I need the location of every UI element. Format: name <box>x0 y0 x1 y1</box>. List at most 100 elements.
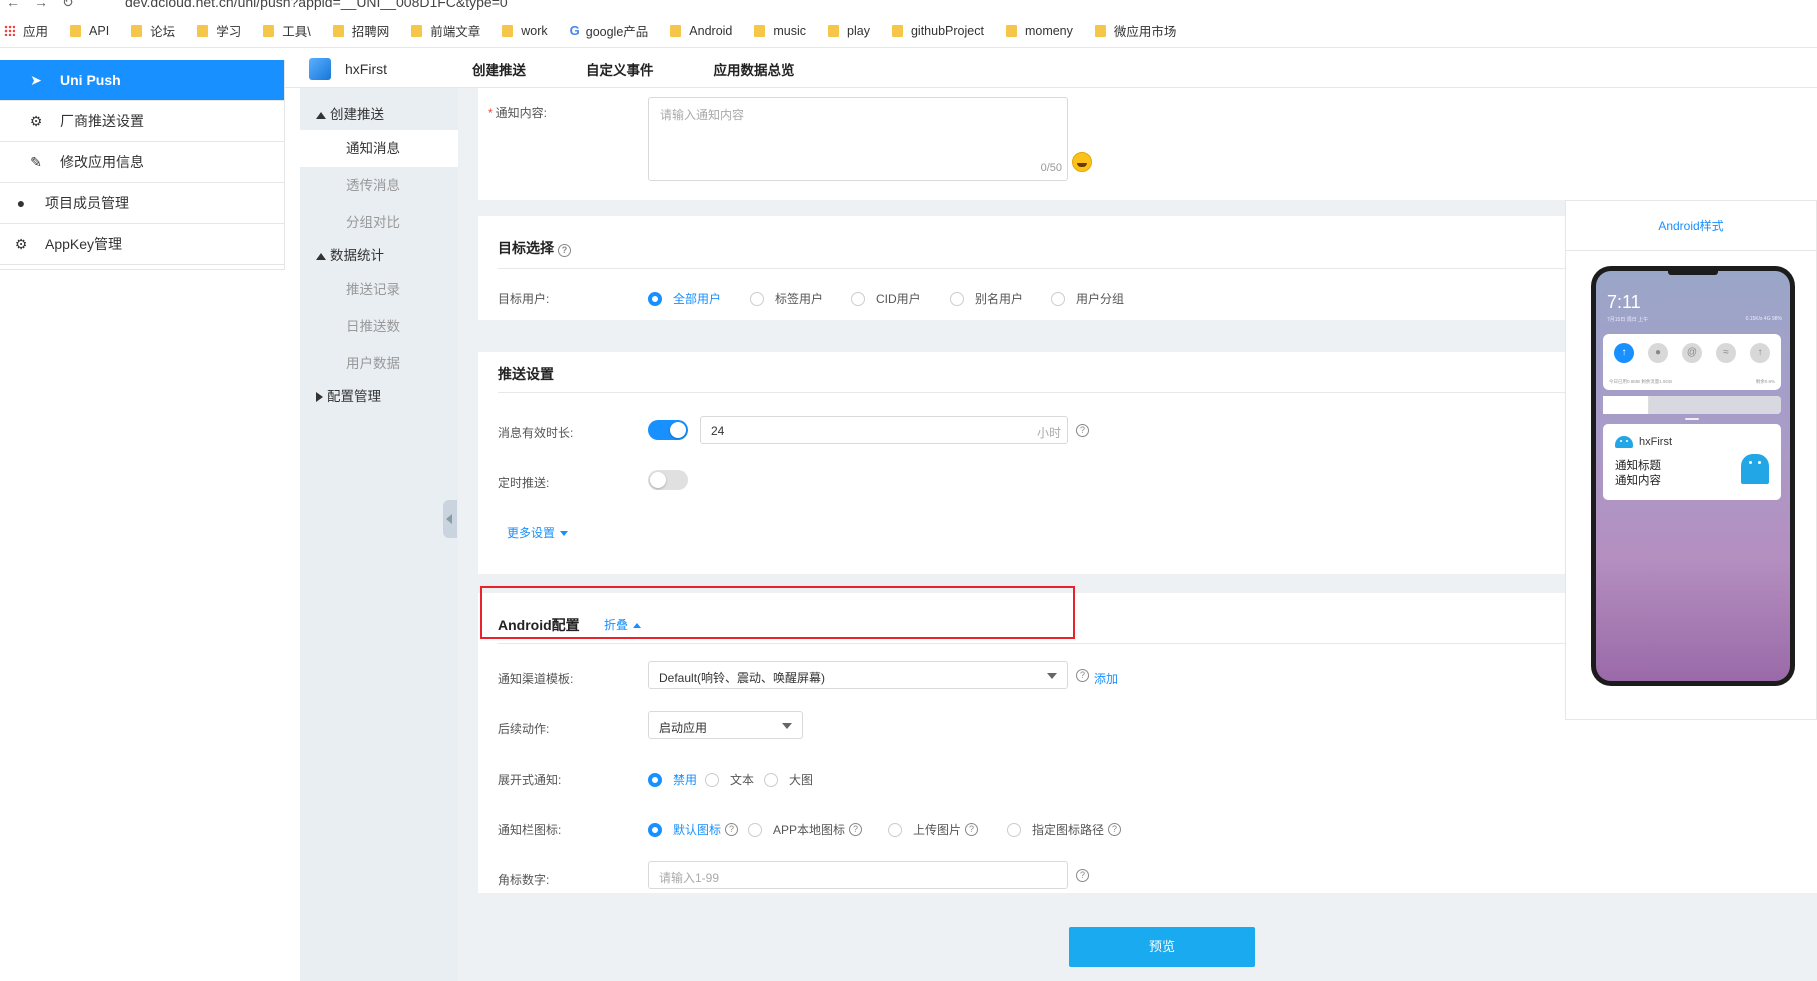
ttl-input[interactable]: 24 小时 <box>700 416 1068 444</box>
folder-icon <box>754 24 766 37</box>
preview-button[interactable]: 预览 <box>1069 927 1255 967</box>
help-icon[interactable]: ? <box>725 823 739 836</box>
bookmark-item[interactable]: music <box>754 24 806 38</box>
radio-upload-image[interactable]: 上传图片? <box>888 821 979 838</box>
sidebar-item-uni-push[interactable]: ➤ Uni Push <box>0 60 284 101</box>
left-sidebar: ➤ Uni Push ⚙ 厂商推送设置 ✎ 修改应用信息 ● 项目成员管理 ⚙ … <box>0 60 285 270</box>
content-textarea[interactable]: 请输入通知内容 0/50 <box>648 97 1068 181</box>
folder-icon <box>828 24 840 37</box>
folder-icon <box>332 24 344 37</box>
help-icon[interactable]: ? <box>1076 669 1089 682</box>
schedule-toggle[interactable] <box>648 470 688 490</box>
radio-alias-users[interactable]: 别名用户 <box>950 290 1023 307</box>
android-icon <box>1615 436 1633 448</box>
android-style-tab[interactable]: Android样式 <box>1566 201 1816 251</box>
sidebar-item-edit-app[interactable]: ✎ 修改应用信息 <box>0 142 284 183</box>
triangle-up-icon <box>316 252 326 260</box>
tab-custom-event[interactable]: 自定义事件 <box>586 59 654 79</box>
brightness-fill <box>1603 396 1650 414</box>
radio-dot <box>748 822 762 837</box>
help-icon[interactable]: ? <box>1076 424 1089 437</box>
bookmark-item[interactable]: 学习 <box>197 21 241 40</box>
required-marker: * <box>488 106 493 120</box>
bookmark-item[interactable]: 微应用市场 <box>1094 21 1176 40</box>
bookmark-item[interactable]: momeny <box>1005 24 1073 38</box>
caret-down-icon <box>560 531 569 537</box>
folder-icon <box>411 24 423 37</box>
nav-item-user-data[interactable]: 用户数据 <box>300 345 458 382</box>
folder-icon <box>70 24 82 37</box>
target-users-label: 目标用户: <box>498 292 550 306</box>
quick-settings-footer: 今日已用0.8MB 剩余流量1.9GB 剩余0.8% <box>1609 379 1775 384</box>
bookmark-item[interactable]: play <box>828 24 870 38</box>
sidebar-item-vendor-push[interactable]: ⚙ 厂商推送设置 <box>0 101 284 142</box>
help-icon[interactable]: ? <box>558 244 571 257</box>
action-value: 启动应用 <box>659 721 708 735</box>
nav-item-notification[interactable]: 通知消息 <box>300 130 458 167</box>
help-icon[interactable]: ? <box>1076 869 1089 882</box>
nav-group-statistics[interactable]: 数据统计 <box>300 241 458 271</box>
bookmark-item[interactable]: 论坛 <box>131 21 175 40</box>
radio-default-icon[interactable]: 默认图标? <box>648 821 739 838</box>
sidebar-item-appkey[interactable]: ⚙ AppKey管理 <box>0 224 284 265</box>
nav-item-passthrough[interactable]: 透传消息 <box>300 167 458 204</box>
nav-item-push-records[interactable]: 推送记录 <box>300 271 458 308</box>
drawer-handle <box>1685 418 1699 420</box>
add-channel-link[interactable]: 添加 <box>1094 670 1118 687</box>
radio-expand-image[interactable]: 大图 <box>764 771 813 788</box>
radio-app-local-icon[interactable]: APP本地图标? <box>748 821 863 838</box>
channel-label: 通知渠道模板: <box>498 672 574 686</box>
bookmark-item[interactable]: 前端文章 <box>411 21 480 40</box>
help-icon[interactable]: ? <box>1108 823 1122 836</box>
notification-app-name: hxFirst <box>1639 436 1672 448</box>
radio-expand-text[interactable]: 文本 <box>705 771 754 788</box>
help-icon[interactable]: ? <box>965 823 979 836</box>
radio-tag-users[interactable]: 标签用户 <box>750 290 823 307</box>
radio-user-groups[interactable]: 用户分组 <box>1051 290 1124 307</box>
top-header: hxFirst 创建推送 自定义事件 应用数据总览 <box>285 50 1817 88</box>
bookmark-item[interactable]: 工具\ <box>263 21 311 40</box>
action-label: 后续动作: <box>498 722 550 736</box>
nav-item-group-compare[interactable]: 分组对比 <box>300 204 458 241</box>
folder-icon <box>1094 24 1106 37</box>
forward-icon[interactable]: → <box>34 0 48 10</box>
bookmarks-bar: 应用 API 论坛 学习 工具\ 招聘网 前端文章 work Ggoogle产品… <box>0 14 1817 48</box>
phone-date: 7月15日 周日 上午 <box>1607 317 1649 323</box>
bookmark-item[interactable]: githubProject <box>891 24 984 38</box>
bookmark-item[interactable]: API <box>70 24 109 38</box>
radio-expand-disabled[interactable]: 禁用 <box>648 771 697 788</box>
bookmark-item[interactable]: 招聘网 <box>332 21 389 40</box>
google-icon: G <box>569 23 580 38</box>
quick-settings-panel: ↑ ● @ ≈ ↑ 今日已用0.8MB 剩余流量1.9GB 剩余0.8% <box>1603 334 1781 390</box>
ttl-toggle[interactable] <box>648 420 688 440</box>
bookmark-apps[interactable]: 应用 <box>4 21 48 40</box>
ttl-value: 24 <box>711 424 725 438</box>
radio-icon-path[interactable]: 指定图标路径? <box>1007 821 1122 838</box>
triangle-up-icon <box>316 111 326 119</box>
badge-input[interactable]: 请输入1-99 <box>648 861 1068 889</box>
bookmark-item[interactable]: Android <box>670 24 732 38</box>
action-select[interactable]: 启动应用 <box>648 711 803 739</box>
nav-item-daily-push[interactable]: 日推送数 <box>300 308 458 345</box>
reload-icon[interactable]: ↻ <box>62 0 74 10</box>
emoji-icon[interactable] <box>1072 152 1092 172</box>
radio-all-users[interactable]: 全部用户 <box>648 290 721 307</box>
collapse-nav-handle[interactable] <box>443 500 457 538</box>
tab-app-data[interactable]: 应用数据总览 <box>714 59 795 79</box>
channel-select[interactable]: Default(响铃、震动、唤醒屏幕) <box>648 661 1068 689</box>
nav-group-create-push[interactable]: 创建推送 <box>300 100 458 130</box>
nav-group-config[interactable]: 配置管理 <box>300 382 458 412</box>
bookmark-item[interactable]: work <box>502 24 548 38</box>
url-text[interactable]: dev.dcloud.net.cn/uni/push?appid=__UNI__… <box>125 0 508 10</box>
tab-create-push[interactable]: 创建推送 <box>472 59 526 79</box>
radio-cid-users[interactable]: CID用户 <box>851 290 921 307</box>
chevron-down-icon <box>782 723 792 729</box>
paper-plane-icon: ➤ <box>30 71 42 88</box>
bookmark-item[interactable]: Ggoogle产品 <box>570 21 649 40</box>
back-icon[interactable]: ← <box>6 0 20 10</box>
more-settings-link[interactable]: 更多设置 <box>507 524 569 541</box>
sidebar-item-members[interactable]: ● 项目成员管理 <box>0 183 284 224</box>
help-icon[interactable]: ? <box>849 823 863 836</box>
folder-icon <box>502 24 514 37</box>
folder-icon <box>197 24 209 37</box>
